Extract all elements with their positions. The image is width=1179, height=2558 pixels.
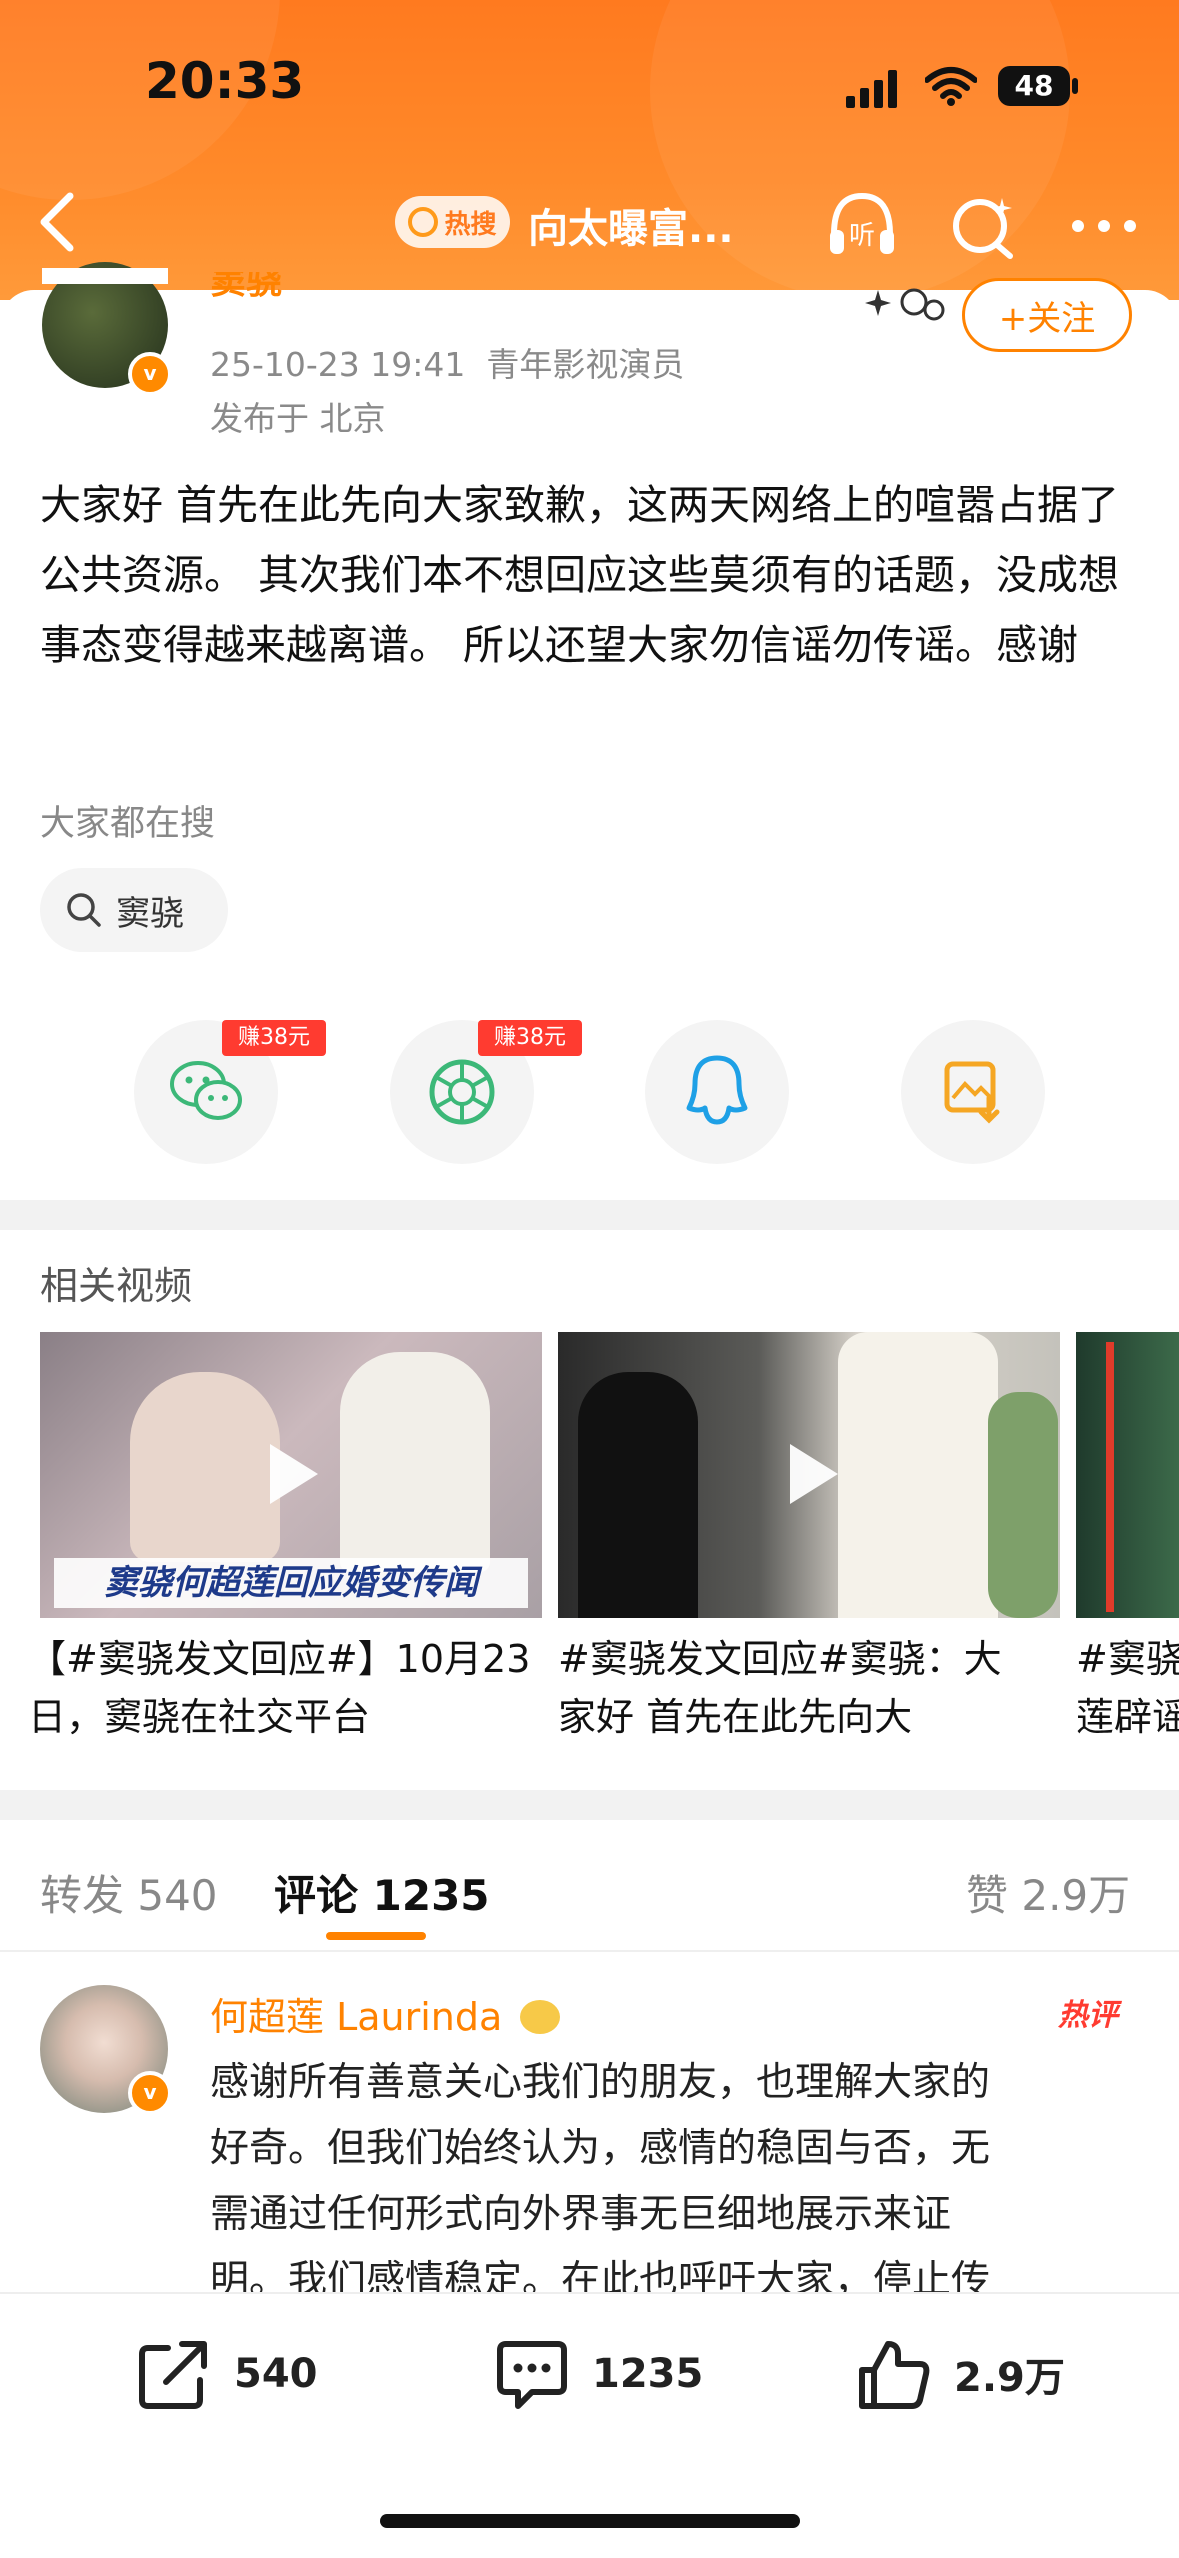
comment-button[interactable]: 1235 (492, 2334, 703, 2414)
video-caption[interactable]: #窦骁发文回应#窦骁：大 家好 首先在此先向大 (558, 1630, 1068, 1746)
video-caption[interactable]: #窦骁 莲辟谣 (1076, 1630, 1179, 1746)
follow-button[interactable]: +关注 (962, 278, 1132, 352)
top-header: 20:33 48 热搜 向太曝富... 听 (0, 0, 1179, 300)
moments-icon (429, 1059, 495, 1125)
section-divider (0, 1200, 1179, 1230)
video-caption-line: #窦骁 (1076, 1637, 1179, 1681)
search-chip[interactable]: 窦骁 (40, 868, 228, 952)
battery-indicator: 48 (998, 66, 1070, 106)
comment-line: 感谢所有善意关心我们的朋友，也理解大家的 (210, 2060, 991, 2105)
avatar-crop-mask (42, 268, 168, 284)
video-figure (130, 1372, 280, 1562)
comment-line: 需通过任何形式向外界事无巨细地展示来证 (210, 2192, 952, 2237)
comment-line: 好奇。但我们始终认为，感情的稳固与否，无 (210, 2126, 991, 2171)
tab-likes[interactable]: 赞 2.9万 (966, 1862, 1130, 1923)
search-icon (67, 893, 101, 927)
active-tab-indicator (326, 1932, 426, 1940)
video-caption-line: 日，窦骁在社交平台 (28, 1695, 371, 1739)
earn-tag: 赚38元 (478, 1020, 582, 1056)
video-card[interactable] (1076, 1332, 1179, 1618)
post-meta: 25-10-23 19:41 青年影视演员 (210, 345, 685, 384)
comment-text: 感谢所有善意关心我们的朋友，也理解大家的 好奇。但我们始终认为，感情的稳固与否，… (210, 2050, 1150, 2292)
video-card[interactable]: 窦骁何超莲回应婚变传闻 (40, 1332, 542, 1618)
engagement-tabs: 转发 540 评论 1235 赞 2.9万 (0, 1810, 1179, 1952)
verified-badge-icon: v (128, 352, 172, 396)
tab-comments[interactable]: 评论 1235 (274, 1862, 490, 1923)
search-section-label: 大家都在搜 (40, 804, 216, 844)
svg-text:听: 听 (849, 221, 875, 251)
hot-search-tag[interactable]: 热搜 (395, 196, 510, 248)
author-name[interactable]: 窦骁 (210, 272, 282, 300)
more-options-icon[interactable] (1064, 186, 1144, 266)
page-title[interactable]: 向太曝富... (528, 196, 734, 254)
wifi-icon (925, 67, 977, 106)
video-caption[interactable]: 【#窦骁发文回应#】10月23 日，窦骁在社交平台 (28, 1630, 540, 1746)
video-figure (340, 1352, 490, 1572)
video-caption-line: 【#窦骁发文回应#】10月23 (28, 1637, 531, 1681)
save-image-button[interactable] (901, 1020, 1045, 1164)
back-arrow-icon[interactable] (36, 190, 80, 254)
sparkle-decoration-icon (865, 288, 945, 321)
commenter-name[interactable]: 何超莲 Laurinda (210, 1986, 561, 2041)
post-location: 发布于 北京 (210, 399, 386, 438)
video-card[interactable] (558, 1332, 1060, 1618)
thumbs-up-icon (859, 2341, 930, 2409)
search-icon (408, 207, 439, 237)
video-caption-line: 莲辟谣 (1076, 1695, 1179, 1739)
repost-button[interactable]: 540 (134, 2334, 318, 2414)
hot-search-label: 热搜 (444, 209, 497, 240)
share-qq-button[interactable] (645, 1020, 789, 1164)
video-plant (988, 1392, 1058, 1618)
comment-line: 明。我们感情稳定。在此也呼吁大家，停止传 (210, 2258, 991, 2292)
wechat-icon (170, 1061, 242, 1120)
repost-count: 540 (234, 2351, 318, 2397)
status-time: 20:33 (145, 52, 305, 110)
comment-icon (497, 2341, 567, 2409)
crown-badge-icon (520, 2000, 561, 2034)
listen-icon[interactable]: 听 (822, 186, 902, 266)
play-icon (790, 1444, 838, 1504)
search-chip-label: 窦骁 (116, 893, 184, 934)
play-icon (270, 1444, 318, 1504)
like-button[interactable]: 2.9万 (854, 2334, 1065, 2414)
earn-tag: 赚38元 (222, 1020, 326, 1056)
repost-icon (139, 2341, 207, 2409)
video-caption-line: 家好 首先在此先向大 (558, 1695, 913, 1739)
post-text: 大家好 首先在此先向大家致歉，这两天网络上的喧嚣占据了公共资源。 其次我们本不想… (40, 481, 1120, 669)
qq-icon (686, 1055, 748, 1125)
video-caption-line: #窦骁发文回应#窦骁：大 (558, 1637, 1002, 1681)
video-detail (1106, 1342, 1114, 1612)
video-overlay-title: 窦骁何超莲回应婚变传闻 (54, 1558, 528, 1608)
related-videos-heading: 相关视频 (40, 1264, 193, 1308)
commenter-name-text: 何超莲 Laurinda (210, 1995, 503, 2039)
hot-comment-badge: 热评 (1058, 1998, 1118, 2033)
battery-cap (1072, 78, 1078, 94)
home-indicator[interactable] (380, 2514, 800, 2528)
video-figure (578, 1372, 698, 1618)
cellular-signal-icon (846, 70, 906, 108)
tab-reposts[interactable]: 转发 540 (40, 1862, 218, 1923)
comment-count: 1235 (592, 2351, 704, 2397)
verified-badge-icon: v (128, 2071, 172, 2115)
search-icon[interactable] (944, 186, 1024, 266)
video-figure (838, 1332, 998, 1618)
like-count: 2.9万 (954, 2355, 1065, 2401)
save-image-icon (944, 1061, 1000, 1124)
